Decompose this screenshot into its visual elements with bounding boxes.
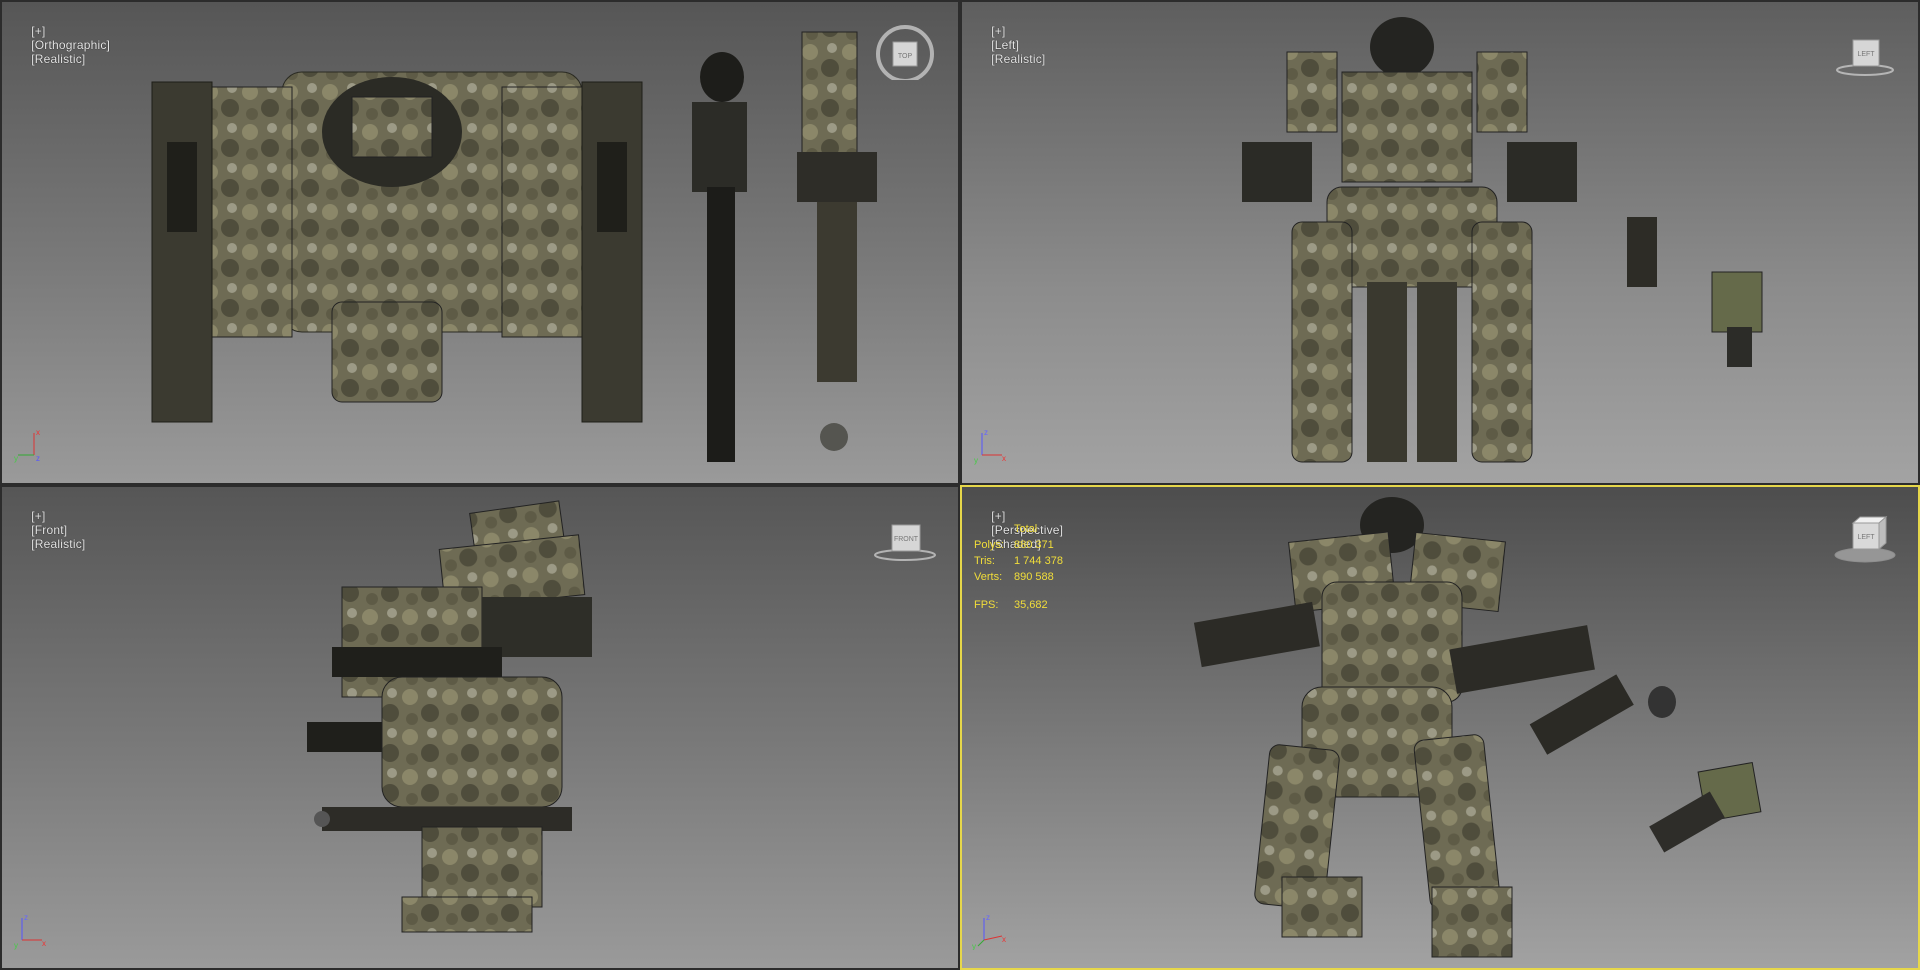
svg-text:z: z <box>984 428 988 437</box>
viewcube-icon[interactable]: LEFT <box>1830 24 1900 80</box>
mech-model-perspective-view[interactable] <box>962 487 1918 968</box>
axis-tripod-icon: z y x <box>974 428 1006 465</box>
axis-tripod-icon: z y x <box>14 913 46 950</box>
viewport-front[interactable]: [+] [Front] [Realistic] FRONT z y x <box>0 485 960 970</box>
svg-text:z: z <box>24 913 28 922</box>
viewcube-face-label: LEFT <box>1857 534 1875 541</box>
viewcube-face-label: LEFT <box>1857 51 1875 58</box>
mech-model-left-view[interactable] <box>962 2 1918 483</box>
viewcube-face-label: TOP <box>898 53 913 60</box>
axis-tripod-icon: x y z <box>14 428 40 463</box>
mech-model-top-view[interactable] <box>2 2 958 483</box>
svg-text:z: z <box>986 913 990 922</box>
viewcube-face-label: FRONT <box>894 536 919 543</box>
svg-text:x: x <box>1002 935 1006 944</box>
viewcube-icon[interactable]: TOP <box>870 24 940 80</box>
svg-text:x: x <box>36 428 40 437</box>
axis-tripod-icon: z y x <box>972 913 1006 950</box>
svg-text:x: x <box>1002 454 1006 463</box>
svg-text:x: x <box>42 939 46 948</box>
svg-text:z: z <box>36 454 40 463</box>
viewport-perspective[interactable]: [+] [Perspective] [Shaded] Total Polys: 8… <box>960 485 1920 970</box>
svg-text:y: y <box>974 456 978 465</box>
viewport-left[interactable]: [+] [Left] [Realistic] LEFT z y x <box>960 0 1920 485</box>
viewcube-icon[interactable]: FRONT <box>870 509 940 565</box>
viewcube-icon[interactable]: LEFT <box>1830 509 1900 565</box>
mech-model-front-view[interactable] <box>2 487 958 968</box>
svg-text:y: y <box>14 454 18 463</box>
svg-text:y: y <box>14 941 18 950</box>
svg-text:y: y <box>972 942 976 950</box>
viewport-orthographic[interactable]: [+] [Orthographic] [Realistic] TOP x y z <box>0 0 960 485</box>
